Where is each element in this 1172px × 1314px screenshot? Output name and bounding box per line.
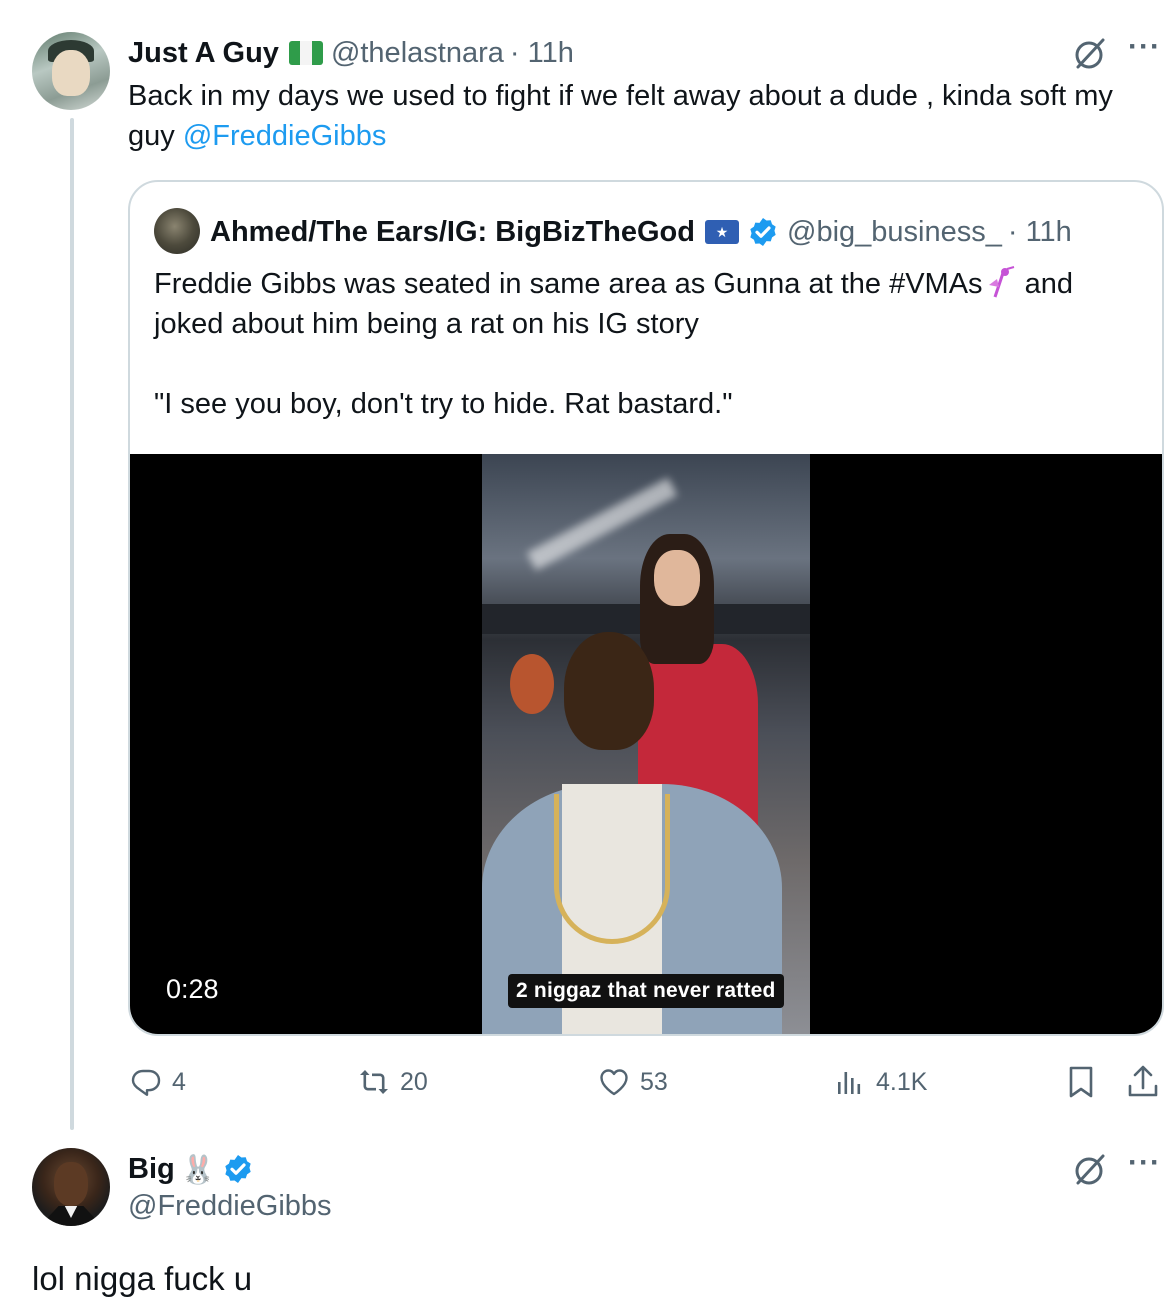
video-caption: 2 niggaz that never ratted	[508, 974, 784, 1008]
reply-tweet-header: Big 🐰	[128, 1150, 262, 1188]
rabbit-emoji: 🐰	[180, 1153, 216, 1185]
tweet-time[interactable]: · 11h	[510, 37, 574, 70]
quoted-tweet-card[interactable]: Ahmed/The Ears/IG: BigBizTheGod ★ @big_b…	[128, 180, 1164, 1036]
microphone-stand-icon	[988, 266, 1014, 298]
tweet-header: Just A Guy @thelastnara · 11h	[128, 34, 574, 72]
flag-icon: ★	[705, 220, 739, 244]
bookmark-icon[interactable]	[1064, 1064, 1098, 1100]
reply-count: 4	[172, 1067, 186, 1096]
like-icon	[600, 1069, 628, 1096]
reply-button[interactable]: 4	[130, 1060, 186, 1104]
repost-count: 20	[400, 1067, 428, 1096]
video-duration: 0:28	[166, 974, 219, 1004]
author-avatar[interactable]	[32, 32, 110, 110]
tweet-text: Back in my days we used to fight if we f…	[128, 76, 1138, 156]
like-count: 53	[640, 1067, 668, 1096]
mention-link[interactable]: @FreddieGibbs	[183, 120, 387, 152]
reply-author-name[interactable]: Big	[128, 1153, 175, 1186]
more-icon[interactable]: ···	[1128, 1146, 1161, 1180]
quoted-tweet-time[interactable]: · 11h	[1008, 216, 1072, 249]
video-frame	[482, 454, 810, 1034]
views-count: 4.1K	[876, 1067, 928, 1096]
quoted-author-avatar[interactable]	[154, 208, 200, 254]
thread-connector-line	[70, 118, 74, 1130]
quoted-text-blank-line	[154, 344, 1144, 384]
quoted-tweet-text: Freddie Gibbs was seated in same area as…	[154, 264, 1144, 424]
video-player[interactable]: 0:28 2 niggaz that never ratted	[130, 454, 1162, 1034]
author-name[interactable]: Just A Guy	[128, 37, 279, 70]
reply-icon	[131, 1069, 161, 1096]
grok-icon[interactable]	[1072, 36, 1108, 72]
repost-icon	[360, 1070, 388, 1094]
share-icon[interactable]	[1126, 1064, 1160, 1100]
quoted-author-handle[interactable]: @big_business_	[787, 216, 1002, 249]
reply-author-handle[interactable]: @FreddieGibbs	[128, 1190, 332, 1223]
views-button[interactable]: 4.1K	[834, 1060, 927, 1104]
quoted-text-line: "I see you boy, don't try to hide. Rat b…	[154, 388, 733, 420]
nigeria-flag-icon	[288, 41, 323, 65]
quoted-tweet-header: Ahmed/The Ears/IG: BigBizTheGod ★ @big_b…	[210, 212, 1072, 252]
quoted-author-name[interactable]: Ahmed/The Ears/IG: BigBizTheGod	[210, 216, 695, 249]
quoted-text-line: and	[1016, 268, 1074, 300]
views-icon	[838, 1072, 861, 1094]
reply-author-avatar[interactable]	[32, 1148, 110, 1226]
verified-badge-icon	[750, 218, 776, 246]
author-handle[interactable]: @thelastnara	[331, 37, 504, 70]
tweet-action-bar: 4 20 53 4.1K	[128, 1060, 1168, 1104]
quoted-text-line: joked about him being a rat on his IG st…	[154, 308, 699, 340]
grok-icon[interactable]	[1072, 1152, 1108, 1188]
more-icon[interactable]: ···	[1128, 30, 1161, 64]
quoted-text-line: Freddie Gibbs was seated in same area as…	[154, 268, 983, 300]
reply-text: lol nigga fuck u	[32, 1260, 253, 1297]
verified-badge-icon	[224, 1155, 251, 1183]
like-button[interactable]: 53	[598, 1060, 668, 1104]
repost-button[interactable]: 20	[358, 1060, 428, 1104]
